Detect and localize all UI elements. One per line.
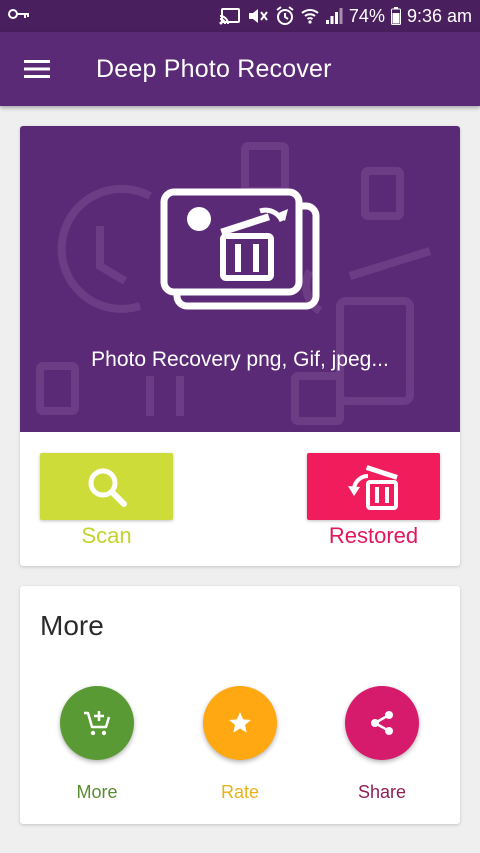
battery-icon xyxy=(390,7,401,25)
status-bar: 74% 9:36 am xyxy=(0,0,480,32)
key-icon xyxy=(8,7,30,26)
signal-icon xyxy=(325,7,343,25)
rate-label[interactable]: Rate xyxy=(185,782,295,803)
wifi-icon xyxy=(301,7,319,25)
more-section-title: More xyxy=(40,610,104,641)
app-bar: Deep Photo Recover xyxy=(0,32,480,106)
rate-button[interactable] xyxy=(203,686,277,760)
restored-button[interactable] xyxy=(307,453,440,520)
scan-label[interactable]: Scan xyxy=(40,523,173,549)
share-label[interactable]: Share xyxy=(327,782,437,803)
more-card: More More Rate Share xyxy=(20,586,460,824)
more-label[interactable]: More xyxy=(42,782,152,803)
alarm-icon xyxy=(275,6,295,26)
search-icon xyxy=(88,468,127,507)
restore-trash-icon xyxy=(347,464,398,510)
share-button[interactable] xyxy=(345,686,419,760)
add-to-cart-icon xyxy=(84,711,111,736)
more-apps-button[interactable] xyxy=(60,686,134,760)
photo-trash-icon xyxy=(160,188,320,310)
hamburger-menu-icon[interactable] xyxy=(0,32,74,106)
battery-level: 74% xyxy=(348,5,385,26)
mute-icon xyxy=(247,7,269,25)
hero-banner[interactable]: Photo Recovery png, Gif, jpeg... xyxy=(20,126,460,432)
scan-button[interactable] xyxy=(40,453,173,520)
restored-label[interactable]: Restored xyxy=(307,523,440,549)
star-icon xyxy=(229,712,251,733)
cast-icon xyxy=(219,7,241,25)
share-icon xyxy=(371,711,393,735)
recovery-card: Photo Recovery png, Gif, jpeg... Scan Re… xyxy=(20,126,460,566)
hero-text: Photo Recovery png, Gif, jpeg... xyxy=(91,348,389,371)
clock: 9:36 am xyxy=(406,5,472,26)
app-title: Deep Photo Recover xyxy=(96,54,332,83)
